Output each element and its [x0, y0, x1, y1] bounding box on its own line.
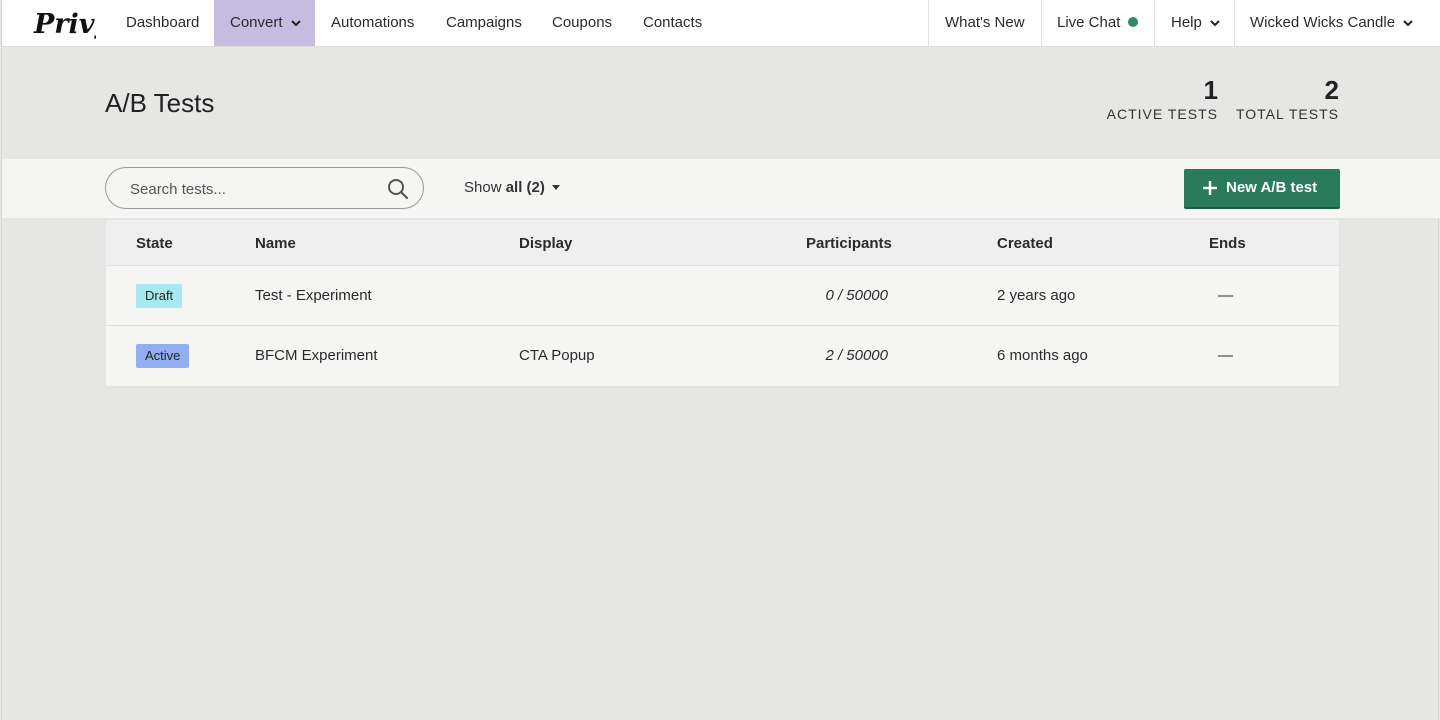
test-participants: 2 / 50000 [825, 347, 888, 364]
whats-new-label: What's New [945, 14, 1025, 31]
nav-contacts[interactable]: Contacts [627, 0, 718, 46]
caret-down-icon [551, 184, 560, 190]
nav-coupons[interactable]: Coupons [536, 0, 628, 46]
nav-contacts-label: Contacts [643, 14, 703, 31]
col-participants[interactable]: Participants [806, 235, 892, 252]
test-name[interactable]: BFCM Experiment [255, 347, 378, 364]
nav-dashboard-label: Dashboard [126, 14, 200, 31]
col-created[interactable]: Created [997, 235, 1053, 252]
nav-automations-label: Automations [331, 14, 415, 31]
account-name: Wicked Wicks Candle [1250, 14, 1396, 31]
test-created: 2 years ago [997, 287, 1076, 304]
nav-convert[interactable]: Convert [214, 0, 315, 46]
nav-campaigns-label: Campaigns [446, 14, 522, 31]
svg-text:Privy: Privy [33, 9, 96, 40]
col-ends[interactable]: Ends [1209, 235, 1246, 252]
toolbar: Show all (2) New A/B test [2, 159, 1440, 218]
plus-icon [1203, 181, 1217, 195]
nav-dashboard[interactable]: Dashboard [110, 0, 215, 46]
privy-logo[interactable]: Privy [32, 5, 96, 43]
chevron-down-icon [1403, 20, 1413, 27]
active-tests-stat: 1 ACTIVE TESTS [1107, 75, 1218, 123]
col-state[interactable]: State [136, 235, 173, 252]
total-tests-label: TOTAL TESTS [1235, 106, 1339, 122]
test-ends: — [1218, 347, 1233, 364]
chevron-down-icon [290, 20, 301, 27]
app-frame: Privy Dashboard Convert Automations Camp… [1, 0, 1440, 720]
status-badge: Active [136, 344, 190, 368]
nav-campaigns[interactable]: Campaigns [430, 0, 538, 46]
active-tests-label: ACTIVE TESTS [1106, 106, 1218, 122]
chevron-down-icon [1210, 20, 1220, 27]
search-box [105, 167, 424, 209]
col-name[interactable]: Name [255, 235, 296, 252]
live-chat-label: Live Chat [1057, 14, 1121, 31]
new-ab-test-label: New A/B test [1226, 179, 1318, 196]
table-row[interactable]: Draft Test - Experiment 0 / 50000 2 year… [106, 266, 1339, 326]
search-input[interactable] [130, 178, 380, 200]
col-display[interactable]: Display [519, 235, 572, 252]
online-status-icon [1128, 17, 1139, 28]
test-name[interactable]: Test - Experiment [255, 287, 372, 304]
active-tests-count: 1 [1203, 75, 1218, 105]
table-row[interactable]: Active BFCM Experiment CTA Popup 2 / 500… [106, 326, 1339, 386]
nav-coupons-label: Coupons [552, 14, 613, 31]
nav-convert-label: Convert [230, 14, 283, 31]
page-header: A/B Tests 1 ACTIVE TESTS 2 TOTAL TESTS [2, 47, 1440, 159]
nav-whats-new[interactable]: What's New [929, 0, 1041, 46]
nav-help[interactable]: Help [1155, 0, 1236, 46]
total-tests-stat: 2 TOTAL TESTS [1236, 75, 1339, 123]
nav-automations[interactable]: Automations [315, 0, 430, 46]
total-tests-count: 2 [1324, 75, 1339, 105]
top-navigation: Privy Dashboard Convert Automations Camp… [2, 0, 1440, 47]
nav-live-chat[interactable]: Live Chat [1041, 0, 1154, 46]
show-filter-value: all (2) [505, 179, 545, 196]
test-participants: 0 / 50000 [825, 287, 888, 304]
new-ab-test-button[interactable]: New A/B test [1184, 169, 1340, 207]
ab-tests-table: State Name Display Participants Created … [105, 219, 1340, 387]
show-filter-dropdown[interactable]: Show all (2) [464, 179, 560, 196]
help-label: Help [1171, 14, 1202, 31]
status-badge: Draft [136, 284, 183, 308]
table-header: State Name Display Participants Created … [106, 220, 1339, 266]
search-icon[interactable] [387, 178, 409, 200]
test-display: CTA Popup [519, 347, 595, 364]
account-menu[interactable]: Wicked Wicks Candle [1234, 0, 1429, 46]
page-title: A/B Tests [105, 88, 215, 118]
test-created: 6 months ago [997, 347, 1088, 364]
show-filter-prefix: Show [464, 179, 502, 196]
test-ends: — [1218, 287, 1233, 304]
